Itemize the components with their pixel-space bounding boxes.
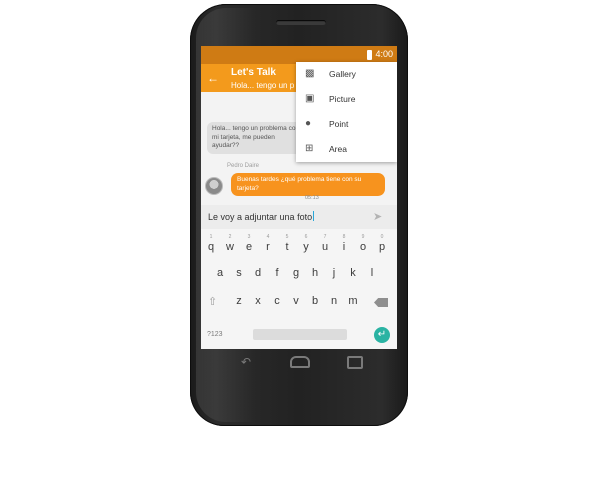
key[interactable]: 2w	[222, 234, 238, 253]
key[interactable]: f	[269, 267, 285, 279]
incoming-message: Hola... tengo un problema con mi tarjeta…	[207, 122, 307, 154]
status-time: 4:00	[375, 49, 393, 59]
menu-item-picture[interactable]: ▣ Picture	[296, 87, 397, 112]
key-label: w	[226, 241, 234, 253]
compose-bar: Le voy a adjuntar una foto ➤	[201, 205, 397, 229]
key[interactable]: c	[269, 295, 285, 307]
key-hint: 8	[342, 234, 346, 240]
key[interactable]: 0p	[374, 234, 390, 253]
crop-area-icon: ⊞	[305, 143, 314, 154]
key-label: y	[303, 241, 309, 253]
key[interactable]: s	[231, 267, 247, 279]
location-pin-icon: ●	[305, 118, 312, 129]
shift-icon[interactable]: ⇧	[208, 295, 217, 308]
key-hint: 7	[323, 234, 327, 240]
navigation-bar: ↶	[201, 349, 397, 375]
spacebar[interactable]	[253, 329, 347, 340]
key-label: e	[245, 241, 253, 253]
key-label: i	[342, 241, 346, 253]
key-hint: 4	[266, 234, 270, 240]
chat-title: Let's Talk	[231, 67, 276, 78]
key-hint: 3	[247, 234, 251, 240]
menu-item-label: Gallery	[329, 69, 356, 79]
outgoing-message: Buenas tardes ¿qué problema tiene con su…	[231, 173, 385, 196]
key[interactable]: 9o	[355, 234, 371, 253]
menu-item-gallery[interactable]: ▩ Gallery	[296, 62, 397, 87]
enter-icon: ↵	[377, 329, 387, 340]
key[interactable]: h	[307, 267, 323, 279]
key[interactable]: v	[288, 295, 304, 307]
nav-back-icon[interactable]: ↶	[241, 355, 251, 369]
key-label: o	[359, 241, 367, 253]
back-arrow-icon[interactable]: ←	[207, 71, 219, 85]
key[interactable]: g	[288, 267, 304, 279]
gallery-icon: ▩	[305, 68, 315, 79]
key-hint: 1	[209, 234, 213, 240]
menu-item-label: Picture	[329, 94, 356, 104]
symbols-key[interactable]: ?123	[207, 331, 223, 338]
message-time: 05:13	[305, 195, 319, 201]
key[interactable]: 3e	[241, 234, 257, 253]
key[interactable]: l	[364, 267, 380, 279]
key[interactable]: z	[231, 295, 247, 307]
key-hint: 9	[361, 234, 365, 240]
backspace-icon[interactable]	[374, 298, 388, 307]
key-label: t	[285, 241, 289, 253]
menu-item-point[interactable]: ● Point	[296, 112, 397, 137]
key-hint: 5	[285, 234, 289, 240]
menu-item-label: Area	[329, 144, 347, 154]
key[interactable]: 7u	[317, 234, 333, 253]
key[interactable]: j	[326, 267, 342, 279]
chat-subtitle: Hola... tengo un p	[231, 81, 295, 90]
key-hint: 6	[304, 234, 308, 240]
message-input[interactable]: Le voy a adjuntar una foto	[208, 211, 315, 222]
key[interactable]: a	[212, 267, 228, 279]
key[interactable]: 6y	[298, 234, 314, 253]
key-label: r	[266, 241, 270, 253]
key[interactable]: x	[250, 295, 266, 307]
phone-screen: 4:00 ← Let's Talk Hola... tengo un p Hol…	[201, 46, 397, 349]
key[interactable]: 8i	[336, 234, 352, 253]
menu-item-area[interactable]: ⊞ Area	[296, 137, 397, 162]
key[interactable]: 5t	[279, 234, 295, 253]
sender-name: Pedro Daire	[227, 163, 260, 169]
key[interactable]: d	[250, 267, 266, 279]
message-input-text: Le voy a adjuntar una foto	[208, 212, 313, 222]
phone-speaker	[276, 20, 326, 25]
key-label: u	[321, 241, 329, 253]
key[interactable]: b	[307, 295, 323, 307]
camera-icon: ▣	[305, 93, 315, 104]
key[interactable]: 1q	[203, 234, 219, 253]
nav-recents-icon[interactable]	[347, 356, 363, 369]
attach-menu: ▩ Gallery ▣ Picture ● Point ⊞ Area	[296, 62, 397, 162]
key-label: p	[378, 241, 386, 253]
menu-item-label: Point	[329, 119, 349, 129]
keyboard: 1q 2w 3e 4r 5t 6y 7u 8i 9o 0p a s d f g …	[201, 229, 397, 349]
nav-home-icon[interactable]	[290, 356, 310, 368]
key-hint: 0	[380, 234, 384, 240]
enter-key[interactable]: ↵	[374, 327, 390, 343]
battery-icon	[367, 50, 372, 60]
key-label: q	[207, 241, 215, 253]
key[interactable]: m	[345, 295, 361, 307]
text-cursor	[313, 211, 315, 221]
key[interactable]: n	[326, 295, 342, 307]
key-hint: 2	[228, 234, 232, 240]
send-icon[interactable]: ➤	[373, 210, 382, 223]
key[interactable]: 4r	[260, 234, 276, 253]
key[interactable]: k	[345, 267, 361, 279]
avatar	[205, 177, 223, 195]
